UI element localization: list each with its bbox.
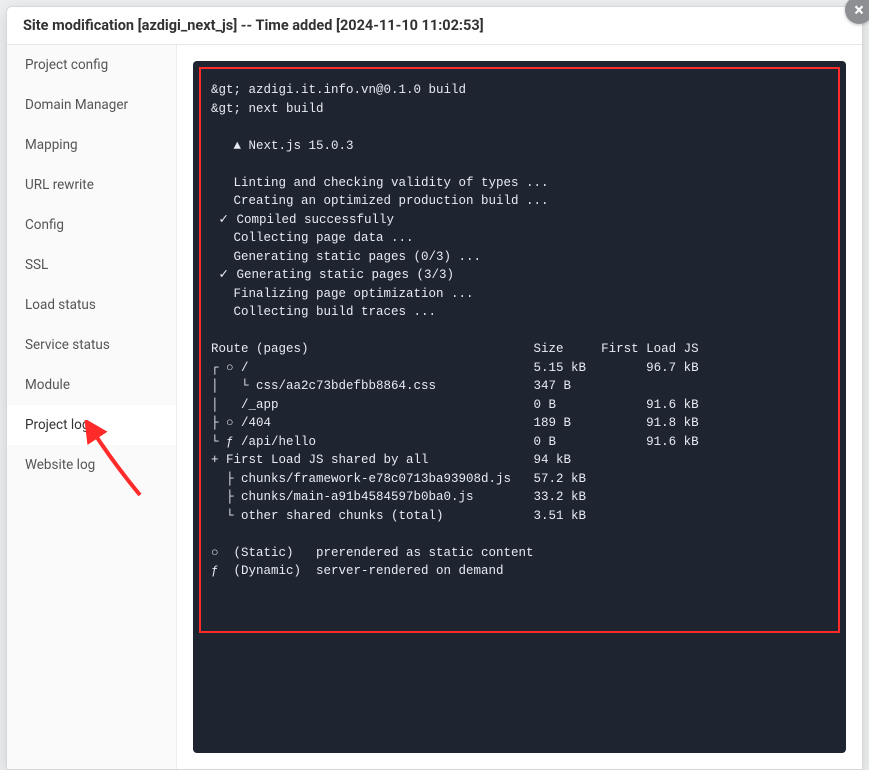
sidebar-item-project-log[interactable]: Project log — [7, 405, 176, 445]
sidebar-item-module[interactable]: Module — [7, 365, 176, 405]
sidebar-item-service-status[interactable]: Service status — [7, 325, 176, 365]
modal-title: Site modification [azdigi_next_js] -- Ti… — [7, 7, 862, 45]
sidebar-item-domain-manager[interactable]: Domain Manager — [7, 85, 176, 125]
sidebar-item-label: Module — [25, 377, 70, 393]
sidebar-item-label: Mapping — [25, 137, 78, 153]
close-icon: × — [854, 0, 864, 21]
sidebar-item-label: Project log — [25, 417, 89, 433]
terminal-output[interactable]: &gt; azdigi.it.info.vn@0.1.0 build &gt; … — [211, 81, 828, 581]
content-area: &gt; azdigi.it.info.vn@0.1.0 build &gt; … — [177, 45, 862, 769]
modal-dialog: Site modification [azdigi_next_js] -- Ti… — [6, 6, 863, 770]
sidebar-item-project-config[interactable]: Project config — [7, 45, 176, 85]
sidebar-item-label: Domain Manager — [25, 97, 128, 113]
sidebar-item-label: Website log — [25, 457, 95, 473]
sidebar-item-label: SSL — [25, 257, 48, 273]
sidebar-item-label: Service status — [25, 337, 110, 353]
sidebar-item-ssl[interactable]: SSL — [7, 245, 176, 285]
sidebar-item-label: URL rewrite — [25, 177, 94, 193]
sidebar-item-config[interactable]: Config — [7, 205, 176, 245]
sidebar-item-label: Config — [25, 217, 64, 233]
sidebar-item-mapping[interactable]: Mapping — [7, 125, 176, 165]
terminal-highlight-box: &gt; azdigi.it.info.vn@0.1.0 build &gt; … — [199, 67, 840, 633]
modal-body: Project config Domain Manager Mapping URL r… — [7, 45, 862, 769]
sidebar-item-label: Load status — [25, 297, 96, 313]
terminal-panel: &gt; azdigi.it.info.vn@0.1.0 build &gt; … — [193, 61, 846, 753]
sidebar-item-url-rewrite[interactable]: URL rewrite — [7, 165, 176, 205]
sidebar-item-label: Project config — [25, 57, 108, 73]
sidebar-item-website-log[interactable]: Website log — [7, 445, 176, 485]
sidebar-item-load-status[interactable]: Load status — [7, 285, 176, 325]
sidebar-nav: Project config Domain Manager Mapping URL r… — [7, 45, 177, 769]
